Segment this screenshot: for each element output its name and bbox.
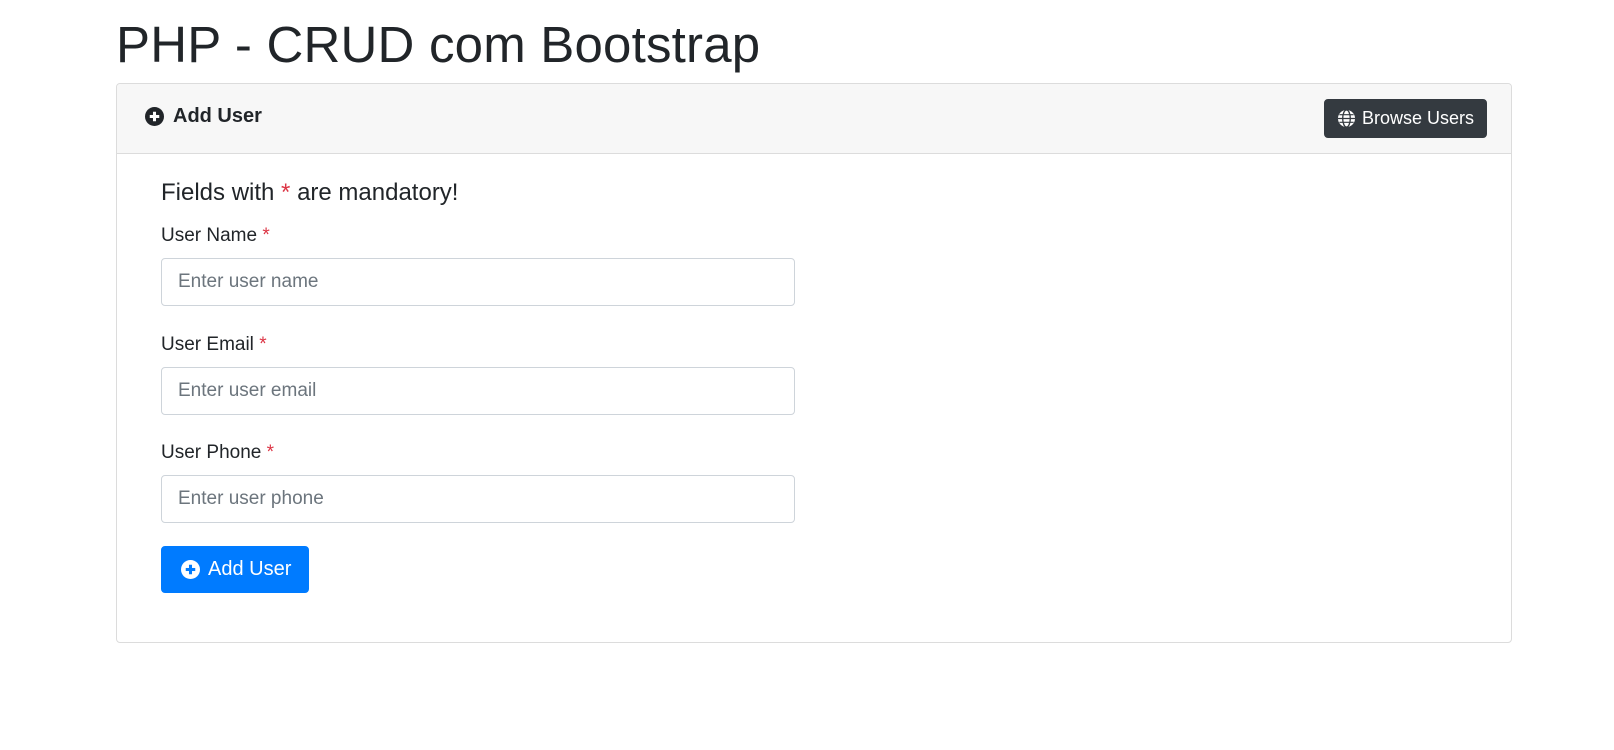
user-name-group: User Name * <box>161 223 795 306</box>
user-phone-group: User Phone * <box>161 440 795 523</box>
user-phone-label: User Phone * <box>161 442 275 463</box>
user-phone-input[interactable] <box>161 475 795 523</box>
plus-circle-icon <box>181 560 200 579</box>
add-user-button-label: Add User <box>208 558 292 580</box>
add-user-card: Add User Browse Users Fields with * are … <box>116 83 1512 643</box>
user-email-label: User Email * <box>161 334 267 355</box>
required-marker: * <box>266 442 275 463</box>
card-header: Add User Browse Users <box>117 84 1511 154</box>
card-header-title: Add User <box>145 105 262 128</box>
browse-users-button[interactable]: Browse Users <box>1323 99 1487 138</box>
browse-users-label: Browse Users <box>1361 108 1474 128</box>
add-user-button[interactable]: Add User <box>161 546 310 593</box>
required-marker: * <box>259 334 267 355</box>
mandatory-note: Fields with * are mandatory! <box>161 179 458 207</box>
user-email-group: User Email * <box>161 332 795 415</box>
card-header-label: Add User <box>173 105 262 127</box>
page-title: PHP - CRUD com Bootstrap <box>116 16 761 73</box>
globe-icon <box>1337 109 1356 128</box>
required-marker: * <box>262 225 270 246</box>
plus-circle-icon <box>145 107 164 126</box>
user-name-label: User Name * <box>161 225 270 246</box>
mandatory-note-suffix: are mandatory! <box>297 179 459 206</box>
required-marker: * <box>281 179 291 206</box>
user-email-input[interactable] <box>161 367 795 415</box>
mandatory-note-prefix: Fields with <box>161 179 275 206</box>
user-name-input[interactable] <box>161 258 795 306</box>
main-container: PHP - CRUD com Bootstrap Add User Browse… <box>116 0 1512 643</box>
